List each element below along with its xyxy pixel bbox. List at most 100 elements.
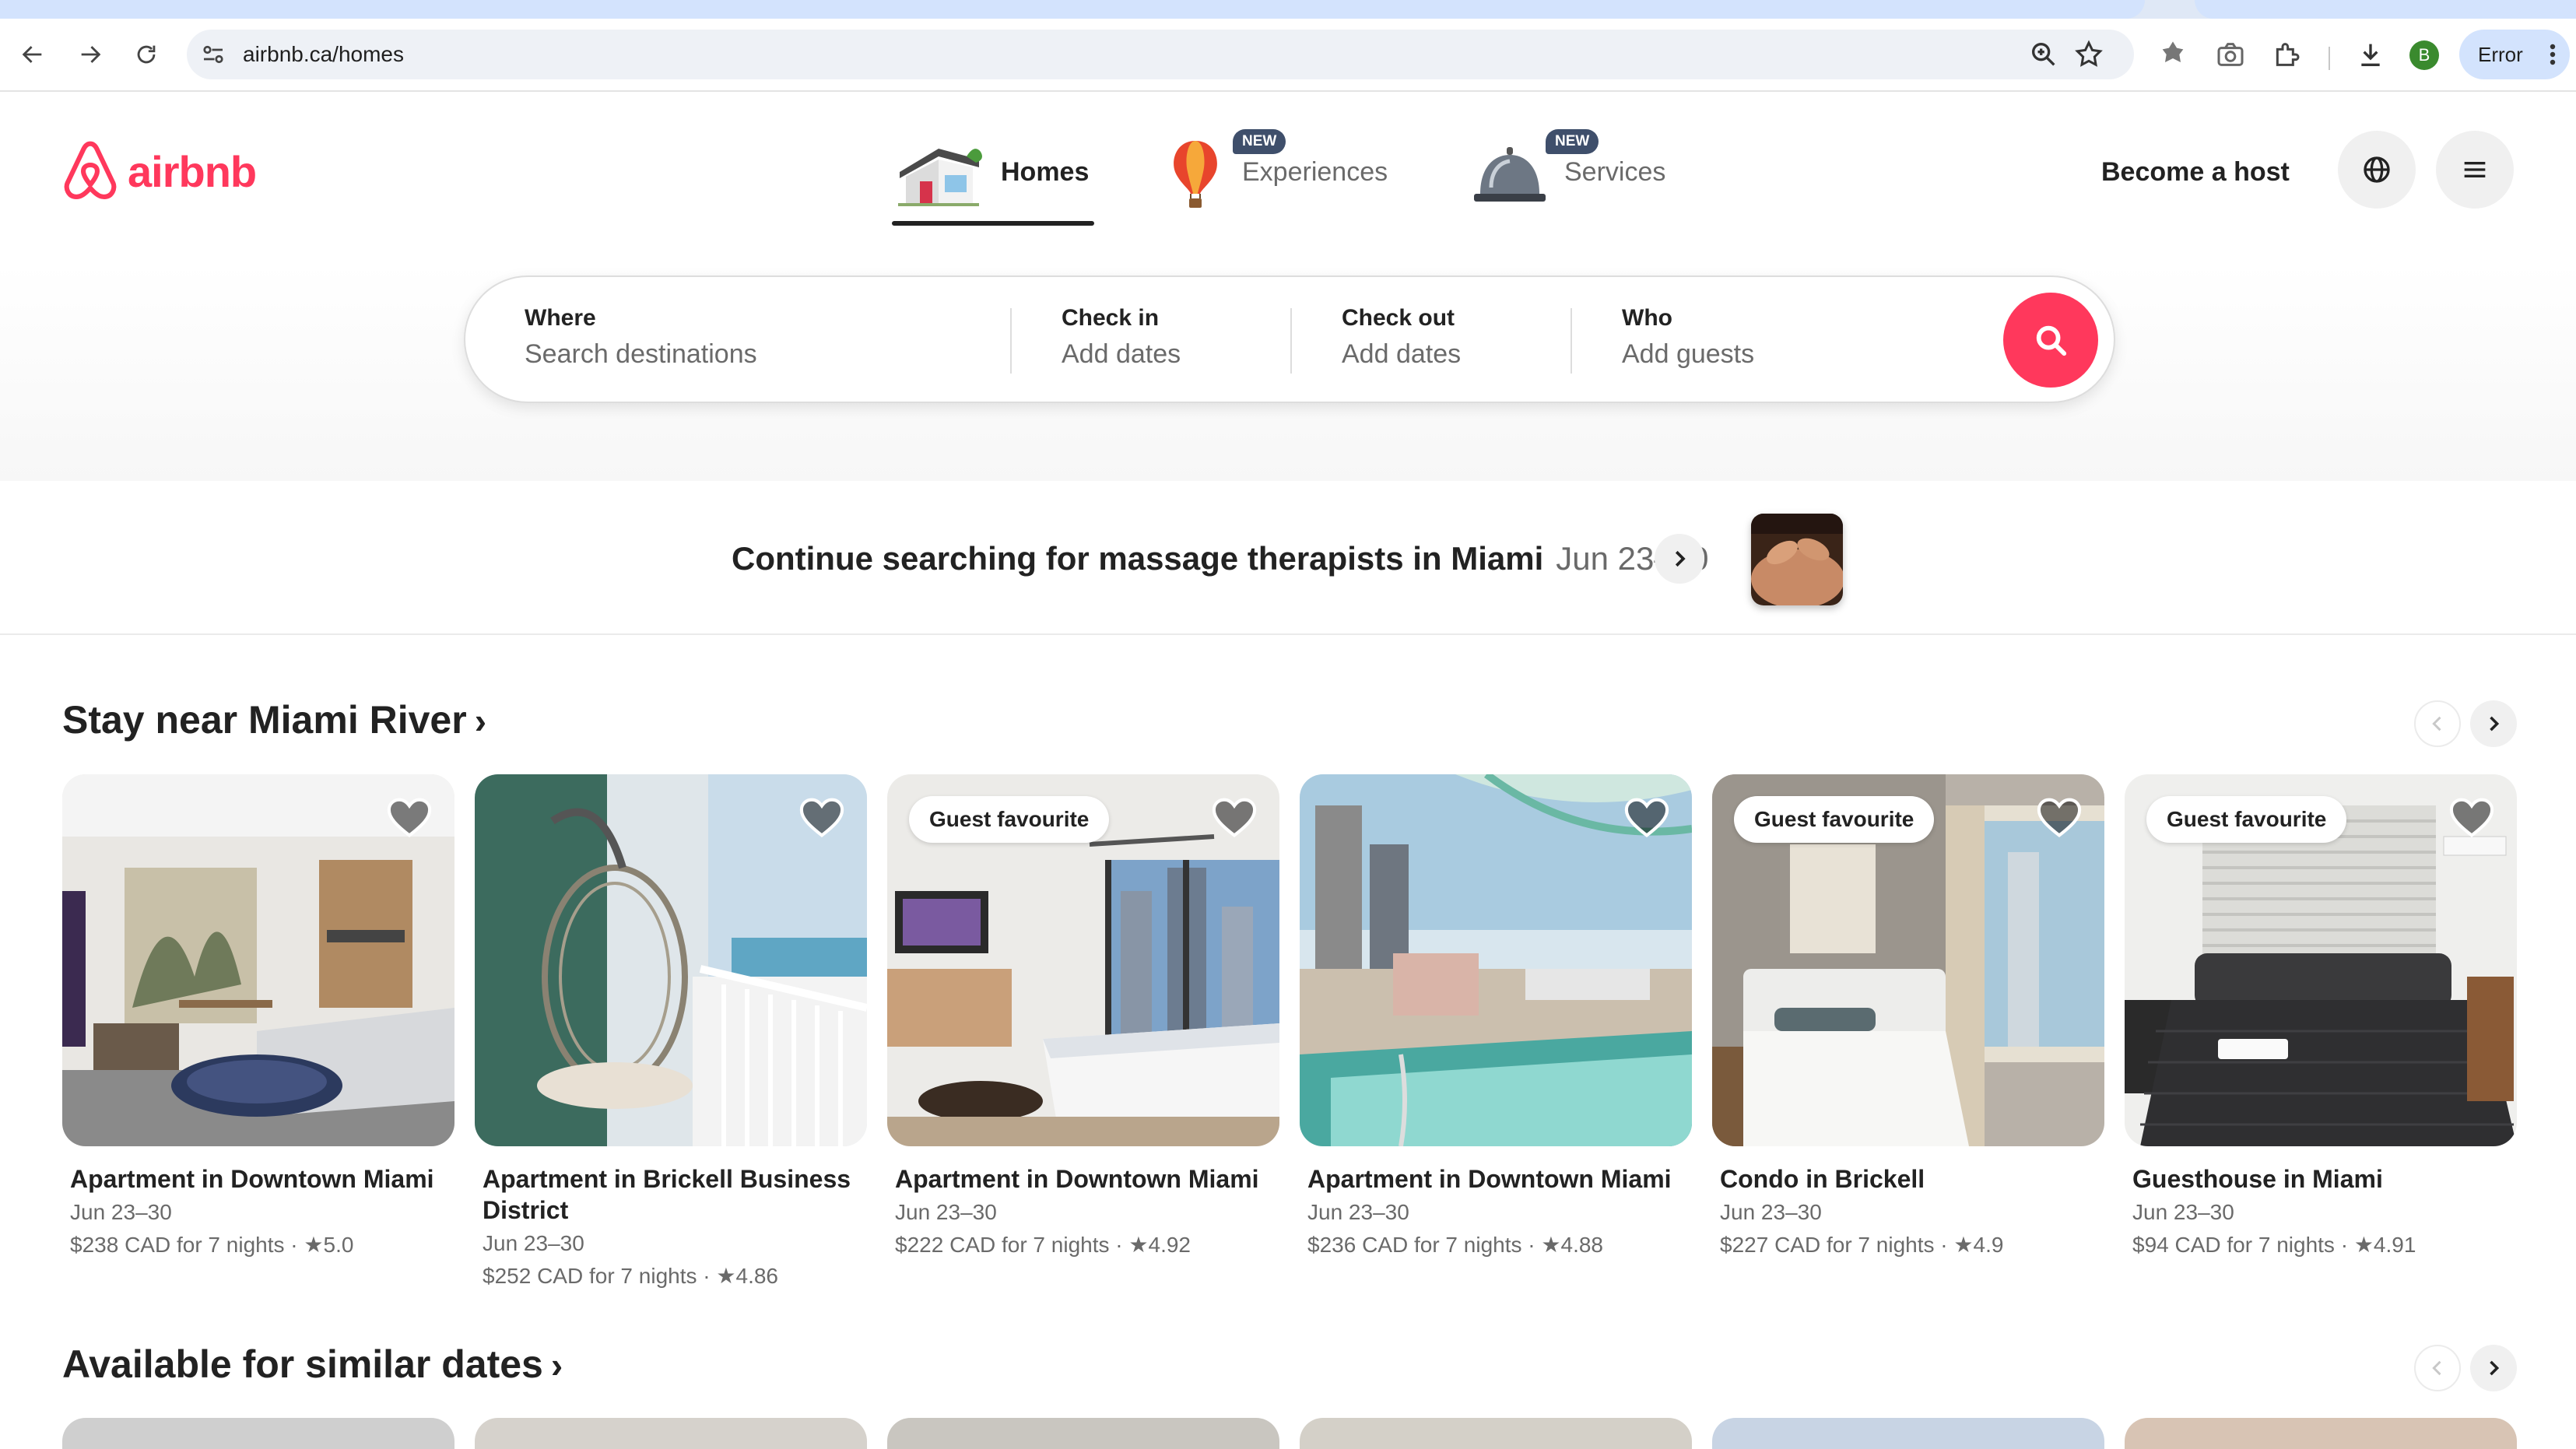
listing-rating: 4.86 <box>735 1264 779 1288</box>
brand-name: airbnb <box>128 146 257 196</box>
active-tab[interactable] <box>0 0 2145 19</box>
heart-icon[interactable] <box>2448 796 2495 840</box>
chevron-left-icon <box>2432 716 2441 732</box>
checkin-input[interactable]: Add dates <box>1062 339 1181 370</box>
listing-price: $238 CAD for 7 nights <box>70 1233 285 1257</box>
address-bar[interactable]: airbnb.ca/homes <box>187 30 2134 79</box>
who-input[interactable]: Add guests <box>1622 339 1754 370</box>
listing-rating: 5.0 <box>323 1233 354 1257</box>
heart-icon[interactable] <box>798 796 845 840</box>
checkout-field[interactable]: Check out Add dates <box>1342 305 1461 370</box>
section1-prev-button[interactable] <box>2414 700 2461 747</box>
heart-icon[interactable] <box>1211 796 1258 840</box>
listing-card[interactable]: Apartment in Downtown Miami Jun 23–30 $2… <box>1300 774 1692 1260</box>
tab-experiences-label: Experiences <box>1242 156 1388 187</box>
listing-photo[interactable]: Guest favourite <box>1712 774 2104 1146</box>
back-button[interactable] <box>12 34 53 75</box>
who-field[interactable]: Who Add guests <box>1622 305 1754 370</box>
continue-search-arrow[interactable] <box>1655 534 1704 584</box>
language-button[interactable] <box>2338 131 2416 209</box>
star-icon: ★ <box>304 1233 324 1257</box>
where-input[interactable]: Search destinations <box>525 339 757 370</box>
airbnb-belo-icon <box>64 141 117 199</box>
listing-photo-partial[interactable] <box>1300 1418 1692 1449</box>
listing-photo[interactable] <box>1300 774 1692 1146</box>
section2-prev-button[interactable] <box>2414 1345 2461 1391</box>
tab-homes-label: Homes <box>1001 156 1090 187</box>
listing-card[interactable]: Guest favourite Apartment in Downtown Mi… <box>887 774 1279 1260</box>
listing-photo-partial[interactable] <box>475 1418 867 1449</box>
chevron-left-icon <box>2432 1360 2441 1376</box>
heart-icon[interactable] <box>2036 796 2083 840</box>
tab-experiences[interactable]: NEW Experiences <box>1164 129 1388 215</box>
listing-photo[interactable] <box>62 774 454 1146</box>
active-tab-indicator <box>892 221 1094 226</box>
checkout-input[interactable]: Add dates <box>1342 339 1461 370</box>
house-icon <box>898 149 982 206</box>
guest-favourite-badge: Guest favourite <box>909 796 1110 843</box>
search-icon <box>2036 325 2067 356</box>
zoom-icon[interactable] <box>2028 39 2059 70</box>
search-button[interactable] <box>2003 293 2098 388</box>
listing-photo[interactable] <box>475 774 867 1146</box>
reload-icon <box>137 45 156 64</box>
listing-rating: 4.92 <box>1148 1233 1191 1257</box>
listing-price: $227 CAD for 7 nights <box>1720 1233 1935 1257</box>
guest-favourite-badge: Guest favourite <box>2146 796 2347 843</box>
where-field[interactable]: Where Search destinations <box>525 305 757 370</box>
profile-avatar[interactable]: B <box>2409 40 2439 70</box>
listing-photo-partial[interactable] <box>2125 1418 2517 1449</box>
become-host-link[interactable]: Become a host <box>2101 157 2290 188</box>
hamburger-icon <box>2464 162 2486 177</box>
massage-thumbnail[interactable] <box>1751 514 1843 605</box>
section-similar-dates-title[interactable]: Available for similar dates › <box>62 1342 563 1387</box>
listing-title: Apartment in Downtown Miami <box>1307 1165 1672 1193</box>
site-info-icon[interactable] <box>199 40 227 68</box>
heart-icon[interactable] <box>1623 796 1670 840</box>
listing-price-rating: $227 CAD for 7 nights · ★4.9 <box>1720 1233 2004 1257</box>
tab-homes[interactable]: Homes <box>892 129 1089 215</box>
listing-title: Guesthouse in Miami <box>2132 1165 2383 1193</box>
listing-price-rating: $236 CAD for 7 nights · ★4.88 <box>1307 1233 1603 1257</box>
section2-next-button[interactable] <box>2470 1345 2517 1391</box>
puzzle-icon[interactable] <box>2271 39 2302 70</box>
camera-icon[interactable] <box>2215 39 2246 70</box>
listing-card[interactable]: Apartment in Brickell Business District … <box>475 774 867 1291</box>
continue-searching-banner[interactable]: Continue searching for massage therapist… <box>0 482 2576 635</box>
listing-title: Apartment in Downtown Miami <box>895 1165 1259 1193</box>
listing-dates: Jun 23–30 <box>483 1231 584 1255</box>
forward-button[interactable] <box>70 34 111 75</box>
download-icon[interactable] <box>2355 39 2386 70</box>
listing-price: $252 CAD for 7 nights <box>483 1264 697 1288</box>
listing-card[interactable]: Apartment in Downtown Miami Jun 23–30 $2… <box>62 774 454 1260</box>
listing-card[interactable]: Guest favourite Condo in Brickell Jun 23… <box>1712 774 2104 1260</box>
listing-photo[interactable]: Guest favourite <box>887 774 1279 1146</box>
checkin-label: Check in <box>1062 305 1160 331</box>
service-bell-icon <box>1474 147 1546 202</box>
listing-photo-partial[interactable] <box>62 1418 454 1449</box>
listing-dates: Jun 23–30 <box>70 1200 172 1224</box>
main-menu-button[interactable] <box>2436 131 2514 209</box>
listing-card[interactable]: Guest favourite Guesthouse in Miami Jun … <box>2125 774 2517 1260</box>
airbnb-logo[interactable]: airbnb <box>61 140 257 202</box>
section-stay-near-title[interactable]: Stay near Miami River › <box>62 697 486 742</box>
other-tab[interactable] <box>2195 0 2576 19</box>
star-icon[interactable] <box>2073 39 2104 70</box>
listing-photo[interactable]: Guest favourite <box>2125 774 2517 1146</box>
listing-photo-partial[interactable] <box>887 1418 1279 1449</box>
tab-services-label: Services <box>1564 156 1666 187</box>
error-button[interactable]: Error <box>2459 30 2570 79</box>
listing-title: Apartment in Brickell Business District <box>483 1165 851 1224</box>
heart-icon[interactable] <box>386 796 433 840</box>
checkin-field[interactable]: Check in Add dates <box>1062 305 1181 370</box>
star-icon: ★ <box>1953 1233 1974 1257</box>
tab-services[interactable]: NEW Services <box>1471 129 1665 215</box>
section1-next-button[interactable] <box>2470 700 2517 747</box>
reload-button[interactable] <box>126 34 167 75</box>
listing-price-rating: $94 CAD for 7 nights · ★4.91 <box>2132 1233 2416 1257</box>
listing-photo-partial[interactable] <box>1712 1418 2104 1449</box>
listing-price: $94 CAD for 7 nights <box>2132 1233 2335 1257</box>
chevron-right-icon <box>2490 1360 2500 1376</box>
extension-icon[interactable] <box>2157 39 2188 70</box>
url-text[interactable]: airbnb.ca/homes <box>243 42 404 67</box>
